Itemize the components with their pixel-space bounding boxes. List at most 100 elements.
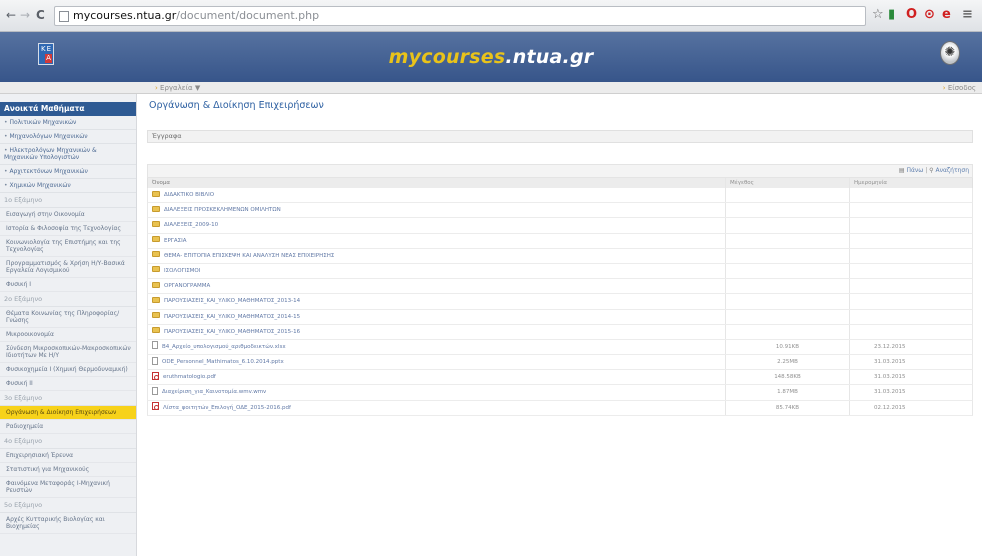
row-date-cell: 02.12.2015 (874, 404, 906, 411)
row-size-cell (726, 324, 850, 339)
sidebar-course-link[interactable]: Φαινόμενα Μεταφοράς Ι-Μηχανική Ρευστών (0, 477, 136, 498)
row-size-cell: 10.91KB (726, 339, 850, 355)
search-icon[interactable]: ⚲ (929, 167, 933, 174)
extension-green-icon[interactable]: ▮ (888, 7, 895, 22)
item-link[interactable]: ΠΑΡΟΥΣΙΑΣΕΙΣ_ΚΑΙ_ΥΛΙΚΟ_ΜΑΘΗΜΑΤΟΣ_2013-14 (164, 298, 300, 304)
sidebar-semester-heading: 4ο Εξάμηνο (0, 434, 136, 449)
item-link[interactable]: ΠΑΡΟΥΣΙΑΣΕΙΣ_ΚΑΙ_ΥΛΙΚΟ_ΜΑΘΗΜΑΤΟΣ_2015-16 (164, 329, 300, 335)
sidebar-course-link[interactable]: Σύνδεση Μικροσκοπικών-Μακροσκοπικών Ιδιο… (0, 342, 136, 363)
row-size-cell (726, 218, 850, 233)
row-size-cell: 2.25MB (726, 355, 850, 370)
extension-red-icon[interactable]: ⊙ (924, 7, 935, 22)
file-row: B4_Αρχείο_υπολογισμού_αριθμοδεικτών.xlsx… (147, 339, 973, 356)
sidebar-course-active[interactable]: Οργάνωση & Διοίκηση Επιχειρήσεων (0, 406, 136, 420)
item-link[interactable]: B4_Αρχείο_υπολογισμού_αριθμοδεικτών.xlsx (162, 344, 286, 350)
folder-row: ΠΑΡΟΥΣΙΑΣΕΙΣ_ΚΑΙ_ΥΛΙΚΟ_ΜΑΘΗΜΑΤΟΣ_2014-15 (147, 309, 973, 325)
opera-icon[interactable]: O (906, 7, 917, 22)
sidebar-course-link[interactable]: Εισαγωγή στην Οικονομία (0, 208, 136, 222)
row-name-cell: ΠΑΡΟΥΣΙΑΣΕΙΣ_ΚΑΙ_ΥΛΙΚΟ_ΜΑΘΗΜΑΤΟΣ_2013-14 (148, 294, 726, 309)
page-title: Οργάνωση & Διοίκηση Επιχειρήσεων (149, 100, 324, 111)
sidebar-course-link[interactable]: Αρχές Κυτταρικής Βιολογίας και Βιοχημεία… (0, 513, 136, 534)
forward-icon[interactable]: → (20, 8, 30, 22)
pdf-file-icon (152, 371, 159, 380)
sidebar-course-link[interactable]: Μικροοικονομία (0, 328, 136, 342)
row-size-cell (726, 294, 850, 309)
sidebar-course-link[interactable]: Ιστορία & Φιλοσοφία της Τεχνολογίας (0, 222, 136, 236)
item-link[interactable]: ΕΡΓΑΣΙΑ (164, 238, 186, 244)
row-name-cell: B4_Αρχείο_υπολογισμού_αριθμοδεικτών.xlsx (148, 339, 726, 355)
row-size-cell (726, 248, 850, 263)
item-link[interactable]: ΔΙΔΑΚΤΙΚΟ ΒΙΒΛΙΟ (164, 192, 214, 198)
sidebar-school-link[interactable]: • Πολιτικών Μηχανικών (0, 116, 136, 130)
tools-menu[interactable]: › Εργαλεία ▼ (155, 82, 200, 94)
sidebar-course-link[interactable]: Φυσική Ι (0, 278, 136, 292)
up-link[interactable]: Πάνω (906, 167, 923, 174)
search-link[interactable]: Αναζήτηση (936, 167, 970, 174)
folder-icon (152, 236, 160, 243)
documents-heading: Έγγραφα (147, 130, 973, 143)
row-date-cell (850, 188, 972, 202)
sidebar-course-link[interactable]: Φυσική ΙΙ (0, 377, 136, 391)
up-folder-icon[interactable]: ▤ (899, 167, 905, 174)
reload-icon[interactable]: C (36, 8, 45, 22)
item-link[interactable]: ΟΡΓΑΝΟΓΡΑΜΜΑ (164, 283, 210, 289)
sidebar-course-link[interactable]: Ραδιοχημεία (0, 420, 136, 434)
document-file-icon (152, 386, 158, 395)
row-date-cell (850, 264, 972, 278)
row-name-cell: ODE_Personnel_Mathimatos_6.10.2014.pptx (148, 355, 726, 370)
row-size-cell: 148.58KB (726, 370, 850, 385)
folder-row: ΠΑΡΟΥΣΙΑΣΕΙΣ_ΚΑΙ_ΥΛΙΚΟ_ΜΑΘΗΜΑΤΟΣ_2015-16 (147, 324, 973, 340)
folder-icon (152, 312, 160, 318)
item-link[interactable]: ΙΣΟΛΟΓΙΣΜΟΙ (164, 268, 200, 274)
item-link[interactable]: eruthmatologio.pdf (163, 374, 216, 380)
site-title[interactable]: mycourses.ntua.gr (0, 46, 982, 68)
sidebar-heading: Ανοικτά Μαθήματα (0, 102, 136, 116)
sidebar-school-link[interactable]: • Χημικών Μηχανικών (0, 179, 136, 193)
row-name-cell: Διαχείριση_για_Καινοτομία.wmv.wmv (148, 385, 726, 400)
row-date-cell (850, 279, 972, 293)
url-path: /document/document.php (176, 9, 320, 22)
item-link[interactable]: ODE_Personnel_Mathimatos_6.10.2014.pptx (162, 359, 284, 365)
row-name-cell: ΟΡΓΑΝΟΓΡΑΜΜΑ (148, 279, 726, 294)
sidebar-course-link[interactable]: Θέματα Κοινωνίας της Πληροφορίας/Γνώσης (0, 307, 136, 328)
sidebar-course-link[interactable]: Στατιστική για Μηχανικούς (0, 463, 136, 477)
sidebar-course-link[interactable]: Προγραμματισμός & Χρήση Η/Υ-Βασικά Εργαλ… (0, 257, 136, 278)
sidebar-school-link[interactable]: • Μηχανολόγων Μηχανικών (0, 130, 136, 144)
back-icon[interactable]: ← (6, 8, 16, 22)
main-content: Οργάνωση & Διοίκηση Επιχειρήσεων Έγγραφα… (147, 94, 975, 556)
sidebar-course-link[interactable]: Φυσικοχημεία Ι (Χημική Θερμοδυναμική) (0, 363, 136, 377)
sidebar-semester-heading: 2ο Εξάμηνο (0, 292, 136, 307)
row-date-cell (850, 310, 972, 324)
page-icon (59, 11, 69, 22)
row-size-cell (726, 203, 850, 218)
col-date-header[interactable]: Ημερομηνία (850, 178, 972, 188)
address-bar[interactable]: mycourses.ntua.gr/document/document.php (54, 6, 866, 26)
extension-e-icon[interactable]: e (942, 7, 951, 22)
item-link[interactable]: ΠΑΡΟΥΣΙΑΣΕΙΣ_ΚΑΙ_ΥΛΙΚΟ_ΜΑΘΗΜΑΤΟΣ_2014-15 (164, 314, 300, 320)
row-size-cell (726, 279, 850, 294)
item-link[interactable]: ΘΕΜΑ- ΕΠΙΤΟΠΙΑ ΕΠΙΣΚΕΨΗ ΚΑΙ ΑΝΑΛΥΣΗ ΝΕΑΣ… (164, 253, 334, 259)
col-size-header[interactable]: Μέγεθος (726, 178, 850, 188)
row-name-cell: ΕΡΓΑΣΙΑ (148, 233, 726, 248)
bookmark-star-icon[interactable]: ☆ (872, 7, 884, 22)
sidebar-course-link[interactable]: Επιχειρησιακή Έρευνα (0, 449, 136, 463)
site-title-domain: .ntua.gr (505, 46, 594, 68)
menu-icon[interactable]: ≡ (962, 7, 973, 22)
browser-toolbar: ← → C mycourses.ntua.gr/document/documen… (0, 0, 982, 32)
sidebar-school-link[interactable]: • Ηλεκτρολόγων Μηχανικών & Μηχανικών Υπο… (0, 144, 136, 165)
item-link[interactable]: Λίστα_φοιτητών_Επιλογή_ΟΔΕ_2015-2016.pdf (163, 405, 291, 411)
col-name-header[interactable]: Όνομα (148, 178, 726, 188)
folder-row: ΔΙΑΛΕΞΕΙΣ_2009-10 (147, 218, 973, 234)
document-file-icon (152, 356, 158, 365)
item-link[interactable]: Διαχείριση_για_Καινοτομία.wmv.wmv (162, 389, 266, 395)
sidebar-school-link[interactable]: • Αρχιτεκτόνων Μηχανικών (0, 165, 136, 179)
row-date-cell: 31.03.2015 (874, 359, 906, 366)
row-size-cell (726, 309, 850, 324)
item-link[interactable]: ΔΙΑΛΕΞΕΙΣ_2009-10 (164, 222, 218, 228)
row-date-cell: 31.03.2015 (874, 389, 906, 396)
row-size-cell (726, 188, 850, 203)
sidebar-course-link[interactable]: Κοινωνιολογία της Επιστήμης και της Τεχν… (0, 236, 136, 257)
folder-row: ΙΣΟΛΟΓΙΣΜΟΙ (147, 263, 973, 280)
item-link[interactable]: ΔΙΑΛΕΞΕΙΣ ΠΡΟΣΚΕΚΛΗΜΕΝΩΝ ΟΜΙΛΗΤΩΝ (164, 207, 281, 213)
login-link[interactable]: › Είσοδος (943, 82, 976, 94)
